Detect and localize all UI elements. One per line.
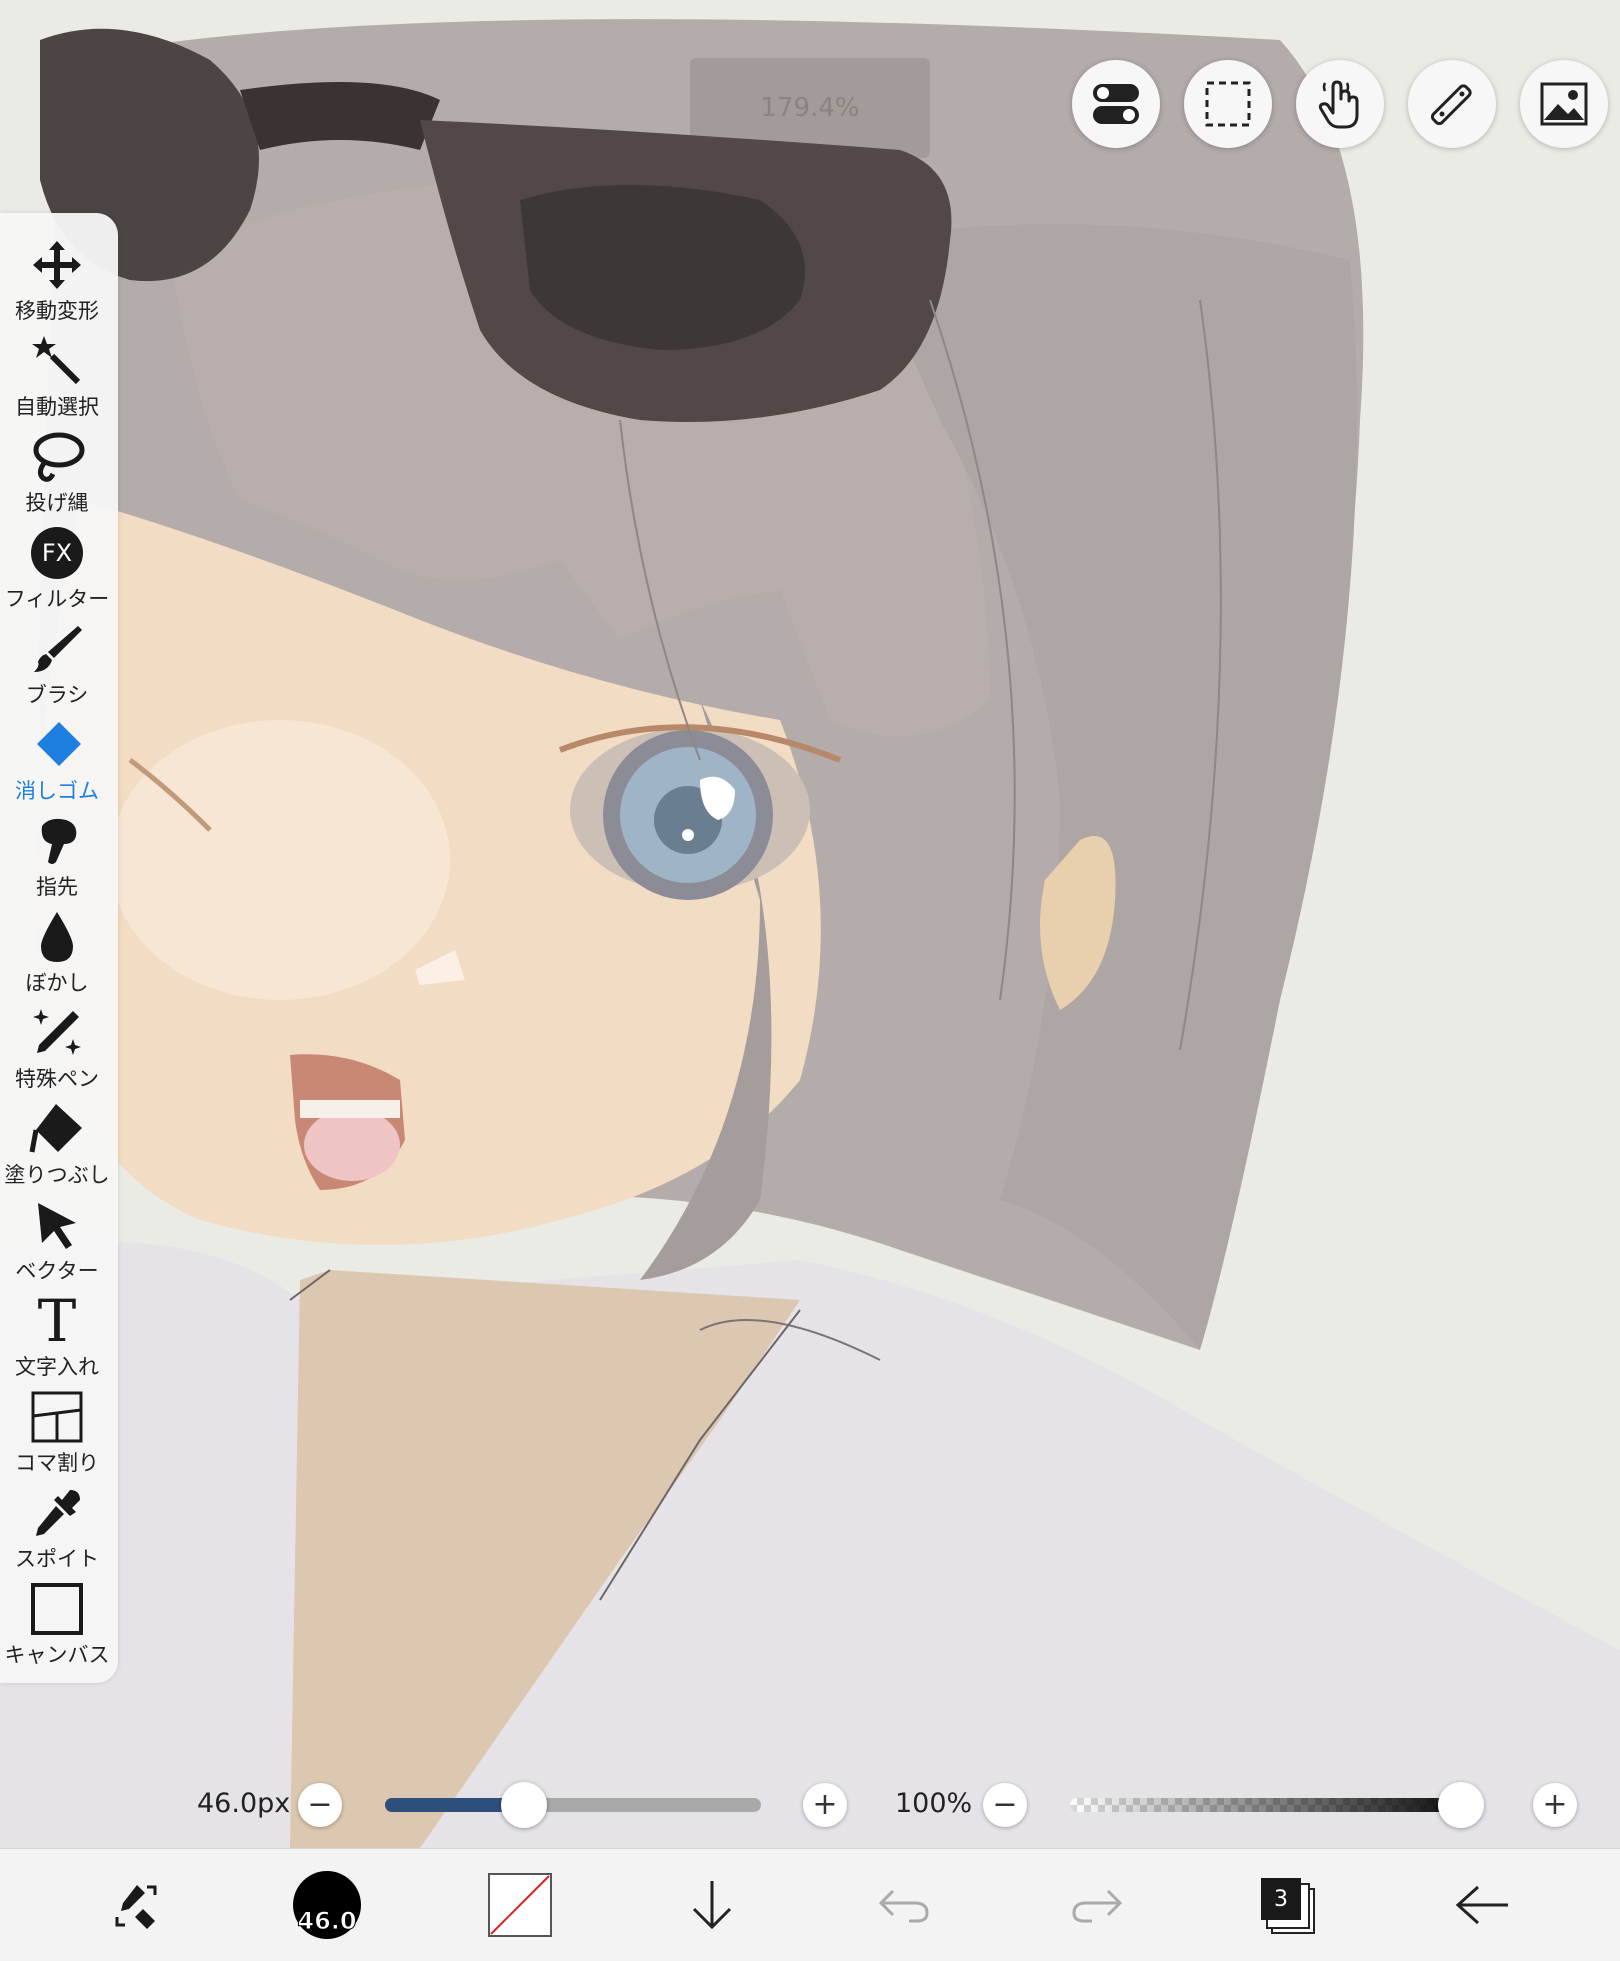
opacity-gradient-track bbox=[1070, 1798, 1484, 1812]
arrow-left-icon bbox=[1455, 1885, 1508, 1925]
brush-preview-circle: 46.0 bbox=[293, 1871, 361, 1939]
brush-size-increase-button[interactable]: + bbox=[803, 1783, 847, 1827]
tool-finger[interactable]: 指先 bbox=[0, 811, 114, 907]
tool-label: スポイト bbox=[15, 1547, 99, 1571]
lasso-icon bbox=[27, 427, 87, 487]
tool-palette: 移動変形 自動選択 投げ縄 FX フィルター ブラシ 消しゴム 指先 ぼかし 特… bbox=[0, 213, 118, 1683]
tool-label: 移動変形 bbox=[15, 299, 99, 323]
tool-label: フィルター bbox=[4, 587, 110, 611]
tool-fill[interactable]: 塗りつぶし bbox=[0, 1099, 114, 1195]
drawing-canvas[interactable] bbox=[0, 0, 1620, 1848]
tool-label: 指先 bbox=[36, 875, 78, 899]
tool-lasso[interactable]: 投げ縄 bbox=[0, 427, 114, 523]
brush-size-slider[interactable] bbox=[385, 1782, 761, 1828]
tool-vector[interactable]: ベクター bbox=[0, 1195, 114, 1291]
layers-button[interactable]: 3 bbox=[1255, 1849, 1319, 1961]
slider-knob[interactable] bbox=[1438, 1782, 1484, 1828]
tool-label: 塗りつぶし bbox=[4, 1163, 110, 1187]
tool-blur[interactable]: ぼかし bbox=[0, 907, 114, 1003]
brush-size-value: 46.0px bbox=[197, 1788, 291, 1819]
dashed-selection-icon bbox=[1205, 81, 1251, 127]
magic-wand-icon bbox=[27, 331, 87, 391]
tool-label: キャンバス bbox=[4, 1643, 110, 1667]
tool-label: ブラシ bbox=[25, 683, 89, 707]
frame-split-icon bbox=[27, 1387, 87, 1447]
tool-brush[interactable]: ブラシ bbox=[0, 619, 114, 715]
brush-preview-label: 46.0 bbox=[297, 1907, 357, 1936]
redo-icon bbox=[1072, 1889, 1123, 1923]
arrow-down-icon bbox=[692, 1881, 732, 1930]
tool-label: 特殊ペン bbox=[15, 1067, 99, 1091]
fill-bucket-icon bbox=[27, 1099, 87, 1159]
pen-eraser-swap-icon bbox=[115, 1885, 157, 1929]
fx-icon: FX bbox=[27, 523, 87, 583]
opacity-value: 100% bbox=[895, 1788, 973, 1819]
tool-eraser[interactable]: 消しゴム bbox=[0, 715, 114, 811]
tool-label: 消しゴム bbox=[15, 779, 99, 803]
toggle-settings-button[interactable] bbox=[1072, 60, 1160, 148]
layers-icon: 3 bbox=[1261, 1878, 1315, 1934]
swap-tool-button[interactable] bbox=[100, 1849, 170, 1961]
tool-label: ベクター bbox=[15, 1259, 99, 1283]
color-swatch-icon bbox=[488, 1873, 552, 1937]
opacity-decrease-button[interactable]: − bbox=[983, 1783, 1027, 1827]
eyedropper-icon bbox=[27, 1483, 87, 1543]
image-icon bbox=[1540, 82, 1588, 126]
text-glyph: T bbox=[37, 1287, 77, 1355]
touch-gesture-button[interactable] bbox=[1296, 60, 1384, 148]
tool-special-pen[interactable]: 特殊ペン bbox=[0, 1003, 114, 1099]
tool-filter[interactable]: FX フィルター bbox=[0, 523, 114, 619]
brush-icon bbox=[27, 619, 87, 679]
tool-auto-select[interactable]: 自動選択 bbox=[0, 331, 114, 427]
tool-label: 文字入れ bbox=[15, 1355, 99, 1379]
tool-text[interactable]: T 文字入れ bbox=[0, 1291, 114, 1387]
eraser-icon bbox=[27, 715, 87, 775]
special-pen-icon bbox=[27, 1003, 87, 1063]
tool-frame-split[interactable]: コマ割り bbox=[0, 1387, 114, 1483]
tool-move-transform[interactable]: 移動変形 bbox=[0, 235, 114, 331]
opacity-slider[interactable] bbox=[1070, 1782, 1484, 1828]
fx-glyph: FX bbox=[31, 527, 83, 579]
artwork bbox=[0, 0, 1620, 1848]
selection-button[interactable] bbox=[1184, 60, 1272, 148]
brush-size-decrease-button[interactable]: − bbox=[298, 1783, 342, 1827]
tool-canvas[interactable]: キャンバス bbox=[0, 1579, 114, 1675]
back-button[interactable] bbox=[1448, 1849, 1518, 1961]
color-picker-button[interactable] bbox=[485, 1849, 555, 1961]
tool-eyedropper[interactable]: スポイト bbox=[0, 1483, 114, 1579]
text-icon: T bbox=[27, 1291, 87, 1351]
move-icon bbox=[27, 235, 87, 295]
material-image-button[interactable] bbox=[1520, 60, 1608, 148]
undo-icon bbox=[878, 1889, 929, 1923]
ruler-button[interactable] bbox=[1408, 60, 1496, 148]
bottom-toolbar: 46.0 3 bbox=[0, 1848, 1620, 1961]
tool-label: 投げ縄 bbox=[25, 491, 89, 515]
vector-arrow-icon bbox=[27, 1195, 87, 1255]
opacity-increase-button[interactable]: + bbox=[1533, 1783, 1577, 1827]
redo-button[interactable] bbox=[1065, 1849, 1129, 1961]
tool-label: ぼかし bbox=[25, 971, 89, 995]
zoom-indicator: 179.4% bbox=[690, 58, 930, 158]
canvas-icon bbox=[27, 1579, 87, 1639]
ruler-icon bbox=[1430, 84, 1472, 126]
toggle-icon bbox=[1093, 84, 1139, 124]
tool-label: 自動選択 bbox=[15, 395, 99, 419]
finger-icon bbox=[27, 811, 87, 871]
slider-knob[interactable] bbox=[501, 1782, 548, 1828]
tool-label: コマ割り bbox=[15, 1451, 99, 1475]
layers-count: 3 bbox=[1261, 1878, 1301, 1920]
hand-touch-icon bbox=[1318, 80, 1359, 129]
undo-button[interactable] bbox=[872, 1849, 936, 1961]
brush-size-preview-button[interactable]: 46.0 bbox=[290, 1849, 364, 1961]
blur-drop-icon bbox=[27, 907, 87, 967]
download-button[interactable] bbox=[680, 1849, 744, 1961]
